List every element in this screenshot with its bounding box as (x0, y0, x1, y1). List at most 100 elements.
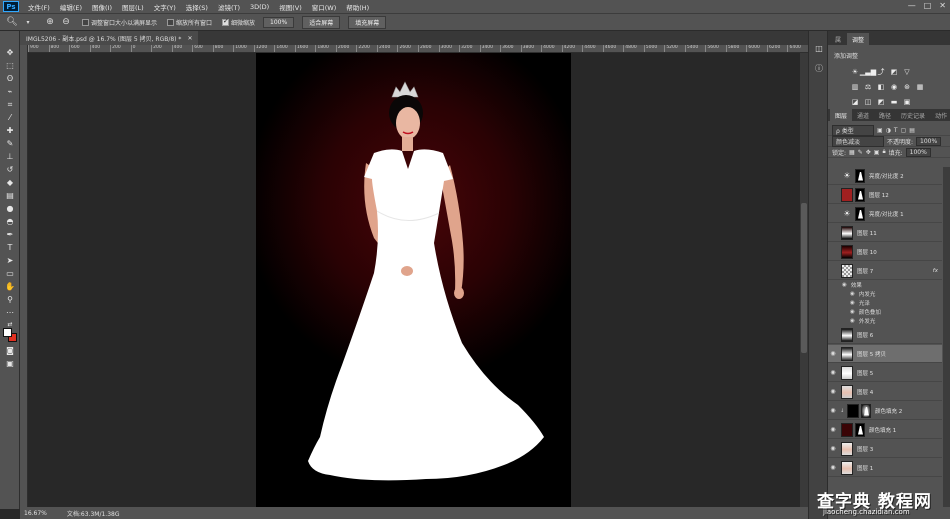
layer-row[interactable]: ◉ 图层 4 (828, 383, 942, 401)
color-lookup-icon[interactable]: ▦ (915, 82, 925, 91)
opacity-input[interactable]: 100% (916, 136, 942, 146)
fx-icon[interactable]: fx (933, 268, 938, 274)
info-panel-icon[interactable]: ⓘ (814, 63, 824, 73)
black-white-icon[interactable]: ◧ (876, 82, 886, 91)
lock-move-icon[interactable]: ✥ (866, 149, 871, 156)
eye-icon[interactable]: ◉ (828, 350, 838, 357)
vibrance-icon[interactable]: ▽ (902, 67, 912, 76)
layer-row[interactable]: ◉ 图层 5 (828, 364, 942, 382)
menu-type[interactable]: 文字(Y) (149, 2, 181, 12)
move-tool-icon[interactable]: ✥ (4, 47, 16, 58)
menu-3d[interactable]: 3D(D) (245, 3, 274, 11)
eye-icon[interactable]: ◉ (828, 369, 838, 376)
minimize-icon[interactable]: — (908, 1, 916, 10)
screen-mode-icon[interactable]: ▣ (4, 358, 16, 369)
eye-icon[interactable]: ◉ (850, 309, 855, 315)
shape-tool-icon[interactable]: ▭ (4, 268, 16, 279)
layer-mask-thumbnail[interactable] (855, 422, 865, 437)
tab-adjustments[interactable]: 调整 (847, 33, 870, 45)
eyedropper-tool-icon[interactable]: ⁄ (4, 112, 16, 123)
tab-paths[interactable]: 路径 (874, 109, 896, 121)
zoom-100-button[interactable]: 100% (263, 16, 295, 28)
clone-stamp-tool-icon[interactable]: ⊥ (4, 151, 16, 162)
menu-file[interactable]: 文件(F) (23, 2, 55, 12)
filter-type-icon[interactable]: T (894, 127, 898, 134)
history-brush-tool-icon[interactable]: ↺ (4, 164, 16, 175)
fill-screen-button[interactable]: 填充屏幕 (348, 15, 387, 29)
lock-transparent-icon[interactable]: ▦ (849, 149, 855, 156)
layer-row[interactable]: ◉ ↓ 颜色填充 2 (828, 402, 942, 420)
hand-tool-icon[interactable]: ✋ (4, 281, 16, 292)
filter-pixel-icon[interactable]: ▣ (877, 127, 883, 134)
effect-item[interactable]: ◉ 颜色叠加 (828, 307, 942, 316)
selective-color-icon[interactable]: ▣ (902, 97, 912, 106)
exposure-icon[interactable]: ◩ (889, 67, 899, 76)
fill-input[interactable]: 100% (905, 147, 931, 157)
path-select-tool-icon[interactable]: ➤ (4, 255, 16, 266)
checkbox-checked-icon[interactable] (222, 17, 230, 26)
lock-artboard-icon[interactable]: ▣ (874, 149, 880, 156)
effect-item[interactable]: ◉ 光泽 (828, 298, 942, 307)
menu-layer[interactable]: 图层(L) (117, 2, 149, 12)
filter-smart-icon[interactable]: ▤ (909, 127, 915, 134)
layer-mask-thumbnail[interactable] (855, 187, 865, 202)
maximize-icon[interactable]: □ (924, 1, 932, 10)
document-tab[interactable]: IMGL5206 - 副本.psd @ 16.7% (图层 5 拷贝, RGB/… (20, 31, 199, 45)
posterize-icon[interactable]: ◫ (863, 97, 873, 106)
eye-icon[interactable]: ◉ (828, 445, 838, 452)
menu-view[interactable]: 视图(V) (274, 2, 307, 12)
menu-filter[interactable]: 滤镜(T) (213, 2, 245, 12)
layers-scrollbar[interactable] (943, 167, 950, 507)
tab-properties[interactable]: 属 (830, 33, 846, 45)
quick-mask-icon[interactable]: ◙ (4, 345, 16, 356)
menu-help[interactable]: 帮助(H) (341, 2, 374, 12)
eye-icon[interactable]: ◉ (850, 318, 855, 324)
levels-icon[interactable]: ▁▃▆ (860, 67, 876, 76)
color-balance-icon[interactable]: ⚖ (863, 82, 873, 91)
layer-row[interactable]: 图层 7 fx (828, 262, 942, 280)
pen-tool-icon[interactable]: ✒ (4, 229, 16, 240)
layer-mask-thumbnail[interactable] (855, 168, 865, 183)
channel-mixer-icon[interactable]: ⊛ (902, 82, 912, 91)
lock-paint-icon[interactable]: ✎ (858, 149, 863, 156)
layer-row[interactable]: ◉ 颜色填充 1 (828, 421, 942, 439)
type-tool-icon[interactable]: T (4, 242, 16, 253)
curves-icon[interactable]: ⤴ (876, 67, 886, 76)
brush-tool-icon[interactable]: ✎ (4, 138, 16, 149)
filter-adjustment-icon[interactable]: ◑ (886, 127, 891, 134)
more-tools-icon[interactable]: ⋯ (4, 307, 16, 318)
history-panel-icon[interactable]: ◫ (814, 43, 824, 53)
effect-item[interactable]: ◉ 外发光 (828, 316, 942, 325)
brightness-contrast-icon[interactable]: ☀ (850, 67, 860, 76)
tab-history[interactable]: 历史记录 (896, 109, 930, 121)
checkbox-icon[interactable] (82, 18, 89, 26)
layer-mask-thumbnail[interactable] (855, 206, 865, 221)
menu-image[interactable]: 图像(I) (87, 2, 117, 12)
zoom-tool-icon[interactable]: 🔍︎ (6, 16, 18, 28)
effect-item[interactable]: ◉ 内发光 (828, 289, 942, 298)
eye-icon[interactable]: ◉ (828, 407, 838, 414)
scrollbar-thumb[interactable] (801, 203, 807, 353)
blend-mode-select[interactable]: 颜色减淡 (832, 135, 884, 147)
menu-select[interactable]: 选择(S) (181, 2, 213, 12)
gradient-tool-icon[interactable]: ▤ (4, 190, 16, 201)
layer-row[interactable]: 图层 10 (828, 243, 942, 261)
filter-shape-icon[interactable]: ▢ (901, 127, 907, 134)
crop-tool-icon[interactable]: ⌗ (4, 99, 16, 110)
marquee-tool-icon[interactable]: ⬚ (4, 60, 16, 71)
close-icon[interactable]: ✕ (939, 1, 946, 10)
eraser-tool-icon[interactable]: ◆ (4, 177, 16, 188)
layer-row[interactable]: ☀ 亮度/对比度 2 (828, 167, 942, 185)
eye-icon[interactable]: ◉ (842, 282, 847, 288)
eye-icon[interactable]: ◉ (828, 464, 838, 471)
tab-layers[interactable]: 图层 (830, 109, 853, 121)
tab-actions[interactable]: 动作 (930, 109, 950, 121)
menu-window[interactable]: 窗口(W) (307, 2, 342, 12)
blur-tool-icon[interactable]: ● (4, 203, 16, 214)
canvas-area[interactable] (28, 53, 800, 507)
layer-mask-thumbnail[interactable] (861, 403, 871, 418)
scrubby-zoom-checkbox[interactable]: 细微缩放 (222, 17, 255, 27)
eye-icon[interactable]: ◉ (850, 300, 855, 306)
zoom-out-icon[interactable]: ⊖ (60, 16, 72, 28)
layer-row-selected[interactable]: ◉ 图层 5 拷贝 (828, 345, 942, 363)
